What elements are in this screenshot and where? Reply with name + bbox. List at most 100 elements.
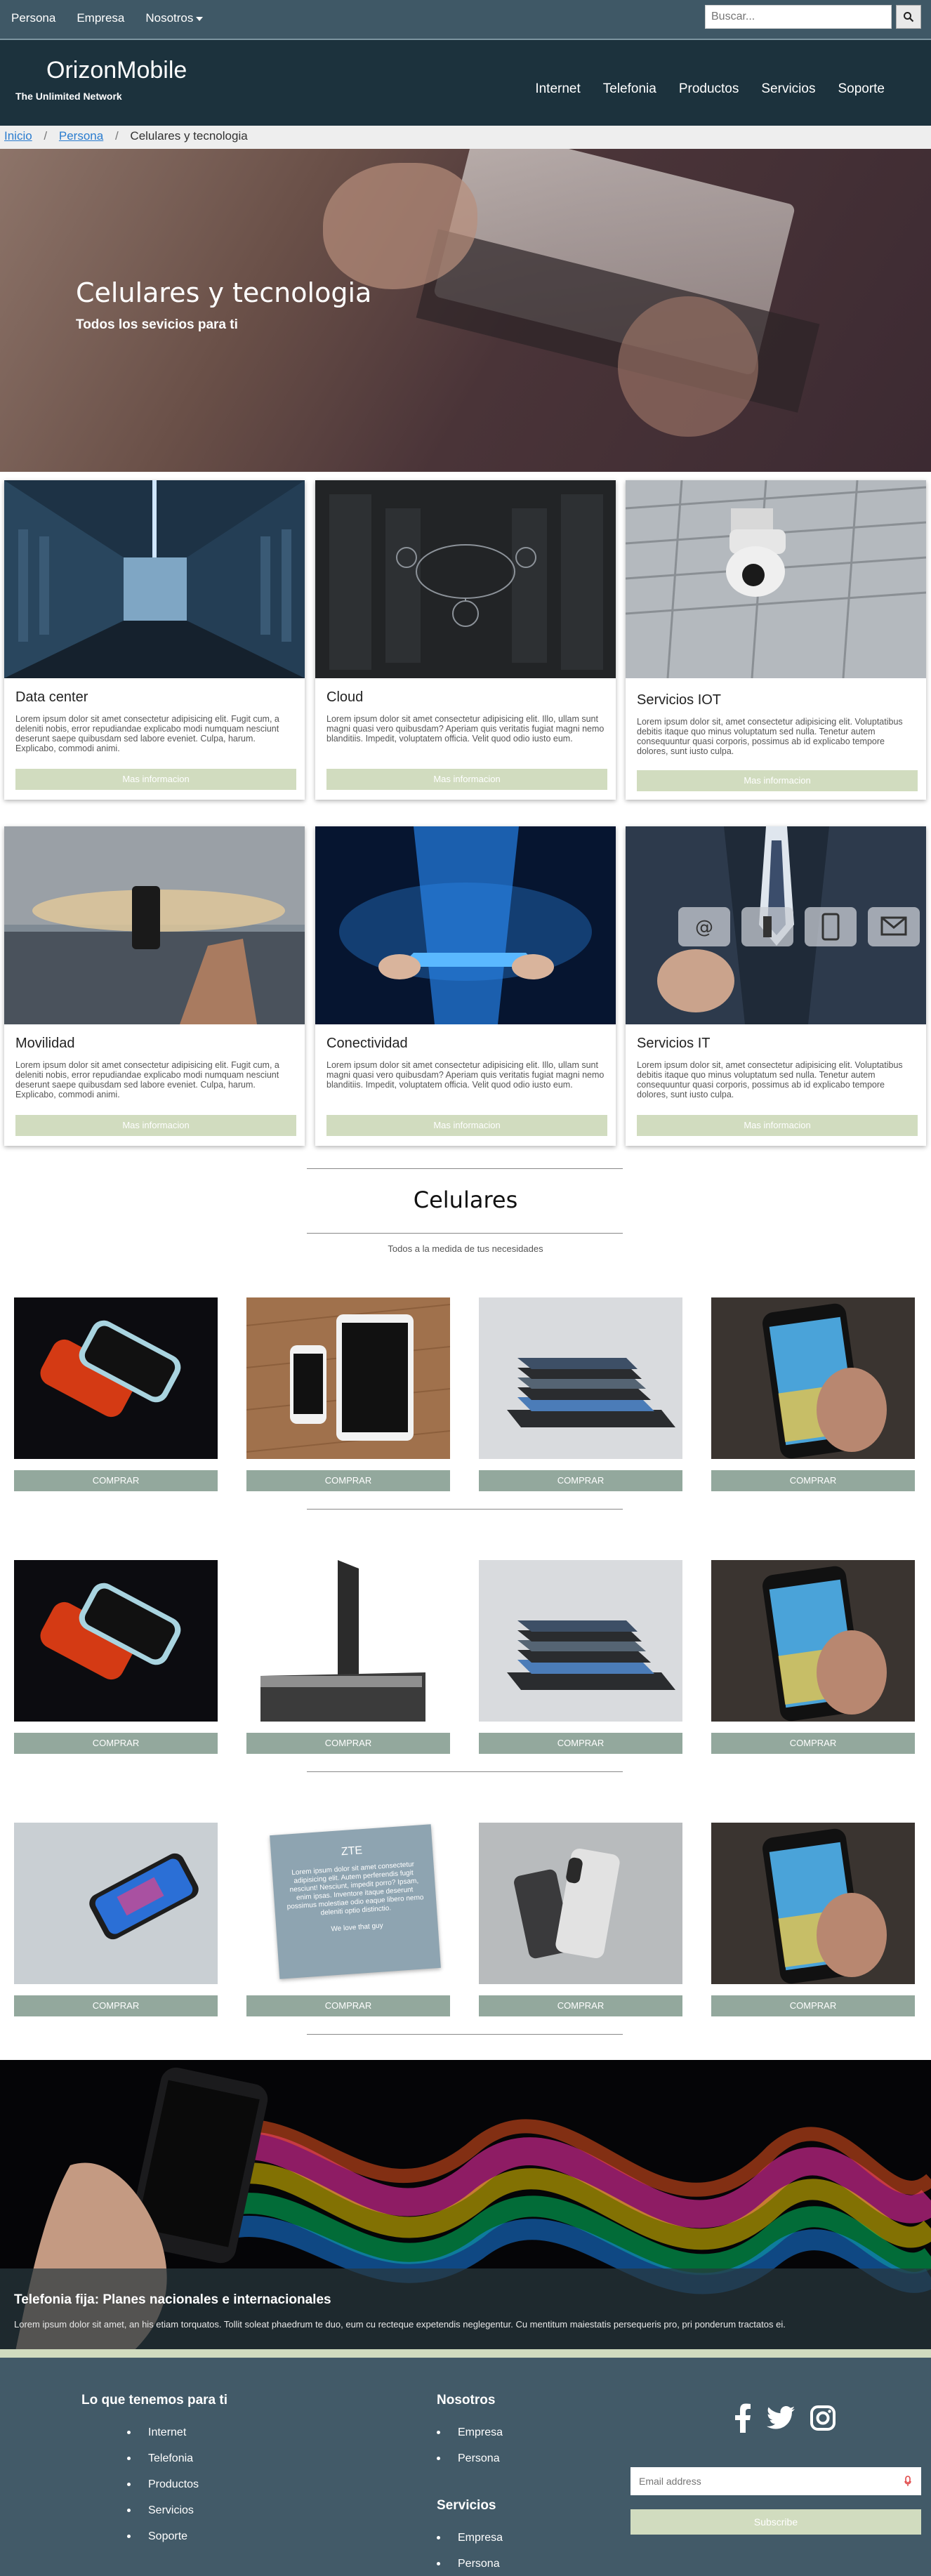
more-info-button[interactable]: Mas informacion bbox=[637, 770, 918, 791]
footer-link-persona[interactable]: Persona bbox=[436, 2551, 503, 2576]
nav-telefonia[interactable]: Telefonia bbox=[603, 81, 656, 97]
search-input[interactable] bbox=[705, 5, 892, 29]
product-card: COMPRAR bbox=[246, 1560, 450, 1754]
product-card: COMPRAR bbox=[711, 1823, 915, 2016]
top-link-persona[interactable]: Persona bbox=[11, 10, 55, 27]
top-link-empresa[interactable]: Empresa bbox=[77, 10, 124, 27]
product-image[interactable] bbox=[479, 1560, 682, 1722]
nav-soporte[interactable]: Soporte bbox=[838, 81, 885, 97]
nav-internet[interactable]: Internet bbox=[535, 81, 580, 97]
twitter-icon[interactable] bbox=[767, 2406, 795, 2430]
product-image[interactable]: ZTE Lorem ipsum dolor sit amet consectet… bbox=[246, 1823, 450, 1984]
search-button[interactable] bbox=[896, 5, 921, 29]
footer-link-empresa[interactable]: Empresa bbox=[436, 2525, 503, 2551]
facebook-icon[interactable] bbox=[734, 2403, 751, 2433]
subscribe-button[interactable]: Subscribe bbox=[630, 2509, 921, 2535]
caret-down-icon bbox=[196, 16, 204, 21]
buy-button[interactable]: COMPRAR bbox=[479, 1995, 682, 2016]
more-info-button[interactable]: Mas informacion bbox=[326, 769, 607, 790]
footer-link-telefonia[interactable]: Telefonia bbox=[126, 2445, 199, 2471]
product-image[interactable] bbox=[246, 1560, 450, 1722]
breadcrumb: Inicio / Persona / Celulares y tecnologi… bbox=[0, 126, 931, 149]
card-title: Servicios IT bbox=[637, 1036, 711, 1051]
footer-link-servicios[interactable]: Servicios bbox=[126, 2497, 199, 2523]
conectividad-image bbox=[315, 826, 616, 1024]
card-text: Lorem ipsum dolor sit, amet consectetur … bbox=[637, 1060, 903, 1099]
service-card-cloud: Cloud Lorem ipsum dolor sit amet consect… bbox=[315, 480, 616, 800]
footer-link-internet[interactable]: Internet bbox=[126, 2419, 199, 2445]
microphone-icon bbox=[904, 2476, 911, 2486]
search-icon bbox=[904, 12, 914, 22]
instagram-icon[interactable] bbox=[810, 2405, 836, 2431]
product-image[interactable] bbox=[14, 1297, 218, 1459]
product-card: COMPRAR bbox=[711, 1297, 915, 1491]
product-image[interactable] bbox=[711, 1297, 915, 1459]
nav-servicios[interactable]: Servicios bbox=[761, 81, 815, 97]
more-info-button[interactable]: Mas informacion bbox=[637, 1115, 918, 1136]
banner-bottom-strip bbox=[0, 2349, 931, 2358]
service-card-data-center: Data center Lorem ipsum dolor sit amet c… bbox=[4, 480, 305, 800]
section-divider bbox=[307, 2034, 623, 2035]
product-card: COMPRAR bbox=[14, 1560, 218, 1754]
card-text: Lorem ipsum dolor sit amet consectetur a… bbox=[326, 1060, 605, 1090]
product-card: COMPRAR bbox=[711, 1560, 915, 1754]
product-image[interactable] bbox=[14, 1560, 218, 1722]
service-card-movilidad: Movilidad Lorem ipsum dolor sit amet con… bbox=[4, 826, 305, 1146]
hero-subtitle: Todos los sevicios para ti bbox=[76, 317, 238, 332]
product-card: COMPRAR bbox=[479, 1297, 682, 1491]
product-image[interactable] bbox=[479, 1297, 682, 1459]
hero-title: Celulares y tecnologia bbox=[76, 277, 372, 308]
card-text: Lorem ipsum dolor sit amet consectetur a… bbox=[15, 1060, 279, 1099]
footer-link-soporte[interactable]: Soporte bbox=[126, 2523, 199, 2549]
zte-text: Lorem ipsum dolor sit amet consectetur a… bbox=[286, 1861, 424, 1917]
breadcrumb-persona[interactable]: Persona bbox=[59, 129, 103, 143]
footer-link-persona[interactable]: Persona bbox=[436, 2445, 503, 2471]
banner-title: Telefonia fija: Planes nacionales e inte… bbox=[14, 2292, 331, 2307]
product-card: COMPRAR bbox=[246, 1297, 450, 1491]
top-link-nosotros-dropdown[interactable]: Nosotros bbox=[145, 10, 204, 27]
more-info-button[interactable]: Mas informacion bbox=[15, 769, 296, 790]
card-title: Movilidad bbox=[15, 1036, 75, 1051]
card-title: Conectividad bbox=[326, 1036, 408, 1051]
product-card: COMPRAR bbox=[14, 1297, 218, 1491]
footer-col1-title: Lo que tenemos para ti bbox=[81, 2393, 227, 2407]
buy-button[interactable]: COMPRAR bbox=[711, 1995, 915, 2016]
buy-button[interactable]: COMPRAR bbox=[14, 1470, 218, 1491]
footer-col1-list: Internet Telefonia Productos Servicios S… bbox=[126, 2419, 199, 2549]
buy-button[interactable]: COMPRAR bbox=[14, 1733, 218, 1754]
product-card: COMPRAR bbox=[479, 1560, 682, 1754]
footer-link-empresa[interactable]: Empresa bbox=[436, 2419, 503, 2445]
product-image[interactable] bbox=[479, 1823, 682, 1984]
footer-col3-list: Empresa Persona bbox=[436, 2525, 503, 2576]
more-info-button[interactable]: Mas informacion bbox=[15, 1115, 296, 1136]
buy-button[interactable]: COMPRAR bbox=[711, 1470, 915, 1491]
footer-link-productos[interactable]: Productos bbox=[126, 2471, 199, 2497]
product-image[interactable] bbox=[14, 1823, 218, 1984]
footer-col3-title: Servicios bbox=[437, 2498, 496, 2513]
card-text: Lorem ipsum dolor sit, amet consectetur … bbox=[637, 717, 903, 756]
brand-logo[interactable]: OrizonMobile bbox=[46, 57, 187, 84]
section-subtitle: Todos a la medida de tus necesidades bbox=[388, 1243, 543, 1254]
nav-productos[interactable]: Productos bbox=[679, 81, 739, 97]
buy-button[interactable]: COMPRAR bbox=[246, 1733, 450, 1754]
buy-button[interactable]: COMPRAR bbox=[711, 1733, 915, 1754]
banner-caption-overlay bbox=[0, 2268, 931, 2349]
buy-button[interactable]: COMPRAR bbox=[479, 1733, 682, 1754]
cloud-image bbox=[315, 480, 616, 678]
section-title: Celulares bbox=[413, 1187, 518, 1213]
card-title: Servicios IOT bbox=[637, 692, 722, 708]
svg-text:@: @ bbox=[695, 917, 713, 938]
more-info-button[interactable]: Mas informacion bbox=[326, 1115, 607, 1136]
email-field[interactable] bbox=[630, 2467, 921, 2495]
buy-button[interactable]: COMPRAR bbox=[246, 1470, 450, 1491]
breadcrumb-home[interactable]: Inicio bbox=[4, 129, 32, 143]
buy-button[interactable]: COMPRAR bbox=[14, 1995, 218, 2016]
service-card-conectividad: Conectividad Lorem ipsum dolor sit amet … bbox=[315, 826, 616, 1146]
product-image[interactable] bbox=[246, 1297, 450, 1459]
product-image[interactable] bbox=[711, 1823, 915, 1984]
buy-button[interactable]: COMPRAR bbox=[479, 1470, 682, 1491]
buy-button[interactable]: COMPRAR bbox=[246, 1995, 450, 2016]
product-image[interactable] bbox=[711, 1560, 915, 1722]
breadcrumb-separator: / bbox=[44, 129, 48, 143]
hero-hand bbox=[618, 296, 758, 437]
